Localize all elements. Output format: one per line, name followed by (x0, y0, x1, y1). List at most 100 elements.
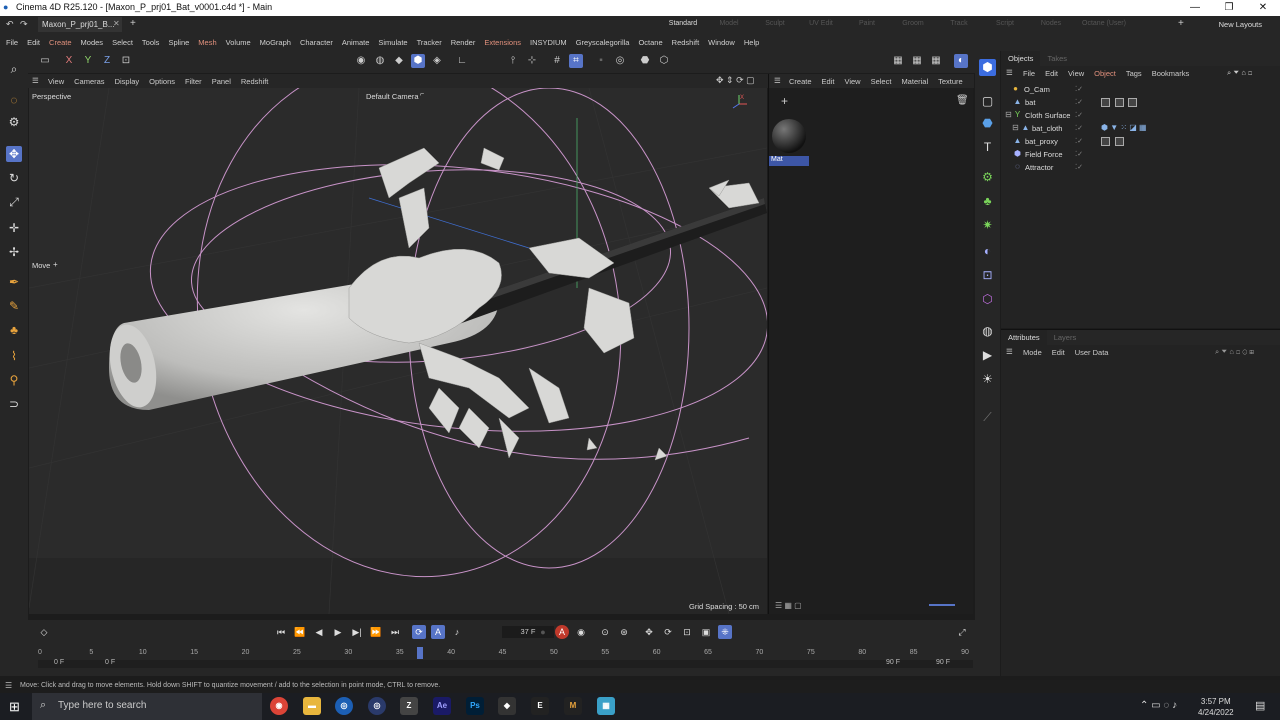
tag-icon[interactable] (1101, 98, 1110, 107)
timeline-ruler[interactable]: 0 5 10 15 20 25 30 35 40 45 50 55 60 65 70 75 80 85 90 0 F… (38, 644, 973, 668)
camera-icon[interactable]: ▶ (979, 347, 996, 364)
tag-icon[interactable] (1115, 137, 1124, 146)
cinema4d-app-icon-2[interactable]: ◎ (368, 697, 386, 715)
material-zoom-slider[interactable] (929, 604, 955, 606)
app-icon-2[interactable]: ▦ (597, 697, 615, 715)
epic-games-app-icon[interactable]: E (531, 697, 549, 715)
menu-extensions[interactable]: Extensions (484, 38, 521, 47)
visibility-dots[interactable]: ⁚ ✓ (1075, 150, 1083, 158)
material-hamburger-icon[interactable]: ☰ (774, 76, 781, 85)
layout-uv-edit[interactable]: UV Edit (798, 20, 844, 27)
view-icon[interactable]: ▭ (38, 54, 52, 68)
new-layouts-menu[interactable]: New Layouts (1219, 20, 1262, 29)
scale-tool-icon[interactable]: ⤢ (6, 194, 22, 210)
spline-sketch-icon[interactable]: ✎ (6, 298, 22, 314)
model-mode-icon[interactable]: ⬢ (411, 54, 425, 68)
point-level-anim-icon[interactable]: ⁜ (718, 625, 732, 639)
menu-edit[interactable]: Edit (27, 38, 40, 47)
viewport-menu-panel[interactable]: Panel (212, 77, 231, 86)
menu-window[interactable]: Window (708, 38, 735, 47)
material-menu-create[interactable]: Create (789, 77, 812, 86)
render-region-icon[interactable]: ◎ (613, 54, 627, 68)
menu-mesh[interactable]: Mesh (198, 38, 216, 47)
rotate-key-icon[interactable]: ⟳ (661, 625, 675, 639)
next-key-button[interactable]: ⏩ (369, 625, 383, 639)
objects-menu-bookmarks[interactable]: Bookmarks (1152, 69, 1190, 78)
material-menu-select[interactable]: Select (871, 77, 892, 86)
attributes-menu-mode[interactable]: Mode (1023, 348, 1042, 357)
cinema4d-app-icon[interactable]: ◎ (335, 697, 353, 715)
magnet-icon[interactable]: ⊃ (6, 396, 22, 412)
record-rotation-icon[interactable]: ⊛ (617, 625, 631, 639)
material-menu-view[interactable]: View (844, 77, 860, 86)
objects-menu-view[interactable]: View (1068, 69, 1084, 78)
layout-track[interactable]: Track (936, 20, 982, 27)
menu-spline[interactable]: Spline (168, 38, 189, 47)
tab-attributes[interactable]: Attributes (1001, 330, 1047, 345)
visibility-dots[interactable]: ⁚ ✓ (1075, 98, 1083, 106)
cube-object-icon[interactable]: ▢ (979, 93, 996, 110)
app-icon[interactable]: ◆ (498, 697, 516, 715)
material-menu-texture[interactable]: Texture (938, 77, 963, 86)
menu-help[interactable]: Help (744, 38, 759, 47)
menu-insydium[interactable]: INSYDIUM (530, 38, 567, 47)
points-mode-icon[interactable]: ◉ (354, 54, 368, 68)
menu-file[interactable]: File (6, 38, 18, 47)
render-settings-icon[interactable]: ⬡ (657, 54, 671, 68)
tag-icon[interactable] (1101, 137, 1110, 146)
sound-icon[interactable]: ♪ (450, 625, 464, 639)
previous-key-button[interactable]: ⏪ (293, 625, 307, 639)
redo-icon[interactable]: ↷ (20, 19, 28, 30)
new-tab-icon[interactable]: + (130, 18, 136, 29)
snap-settings-icon[interactable]: ⊹ (525, 54, 539, 68)
viewport-navigation-icons[interactable]: ✥ ⇕ ⟳ ▢ (716, 75, 755, 86)
attributes-toolbar-icons[interactable]: ⌕ ⏷ ⌂ ◻ ⊙ ⊞ (1215, 347, 1254, 357)
effector-icon[interactable]: ✷ (979, 217, 996, 234)
visibility-dots[interactable]: ⁚ ✓ (1075, 111, 1083, 119)
generator-icon[interactable]: ⚙ (979, 169, 996, 186)
live-selection-icon[interactable]: ◌ (6, 92, 22, 108)
axis-y-lock-button[interactable]: Y (81, 54, 95, 68)
workplane-icon[interactable]: # (550, 54, 564, 68)
windows-start-icon[interactable]: ⊞ (9, 699, 20, 715)
knife-icon[interactable]: ⚲ (6, 372, 22, 388)
render-to-viewer-icon[interactable]: ▦ (891, 54, 905, 68)
attributes-hamburger-icon[interactable]: ☰ (1006, 347, 1013, 356)
grid-snap-icon[interactable]: ⌗ (569, 54, 583, 68)
objects-menu-edit[interactable]: Edit (1045, 69, 1058, 78)
tab-layers[interactable]: Layers (1047, 333, 1084, 342)
viewport-camera-label[interactable]: Default Camera (366, 92, 419, 101)
text-object-icon[interactable]: T (979, 139, 996, 156)
loop-button[interactable]: ⟳ (412, 625, 426, 639)
solo-icon[interactable]: ▪ (594, 54, 608, 68)
make-editable-icon[interactable]: ⬢ (979, 59, 996, 76)
perspective-viewport[interactable]: Perspective Default Camera ⌐ Move + X Gr… (29, 88, 767, 614)
polygons-mode-icon[interactable]: ◆ (392, 54, 406, 68)
menu-render[interactable]: Render (451, 38, 476, 47)
taskbar-search-box[interactable]: ⌕ Type here to search (32, 693, 262, 720)
add-material-icon[interactable]: + (781, 94, 788, 108)
tab-objects[interactable]: Objects (1001, 51, 1041, 66)
layout-sculpt[interactable]: Sculpt (752, 20, 798, 27)
playback-mode-button[interactable]: A (431, 625, 445, 639)
objects-hamburger-icon[interactable]: ☰ (1006, 68, 1013, 77)
menu-character[interactable]: Character (300, 38, 333, 47)
viewport-hamburger-icon[interactable]: ☰ (32, 76, 39, 85)
object-row-bat[interactable]: ▲ bat ⁚ ✓ (1001, 96, 1280, 109)
param-key-icon[interactable]: ▣ (699, 625, 713, 639)
shapes-icon[interactable]: ♣ (6, 322, 22, 338)
light-icon[interactable]: ☀ (979, 371, 996, 388)
menu-tracker[interactable]: Tracker (417, 38, 442, 47)
record-disabled-icon[interactable]: ● (536, 625, 550, 639)
minimize-button[interactable]: — (1178, 0, 1212, 15)
add-layout-icon[interactable]: + (1178, 18, 1184, 29)
spline-pen-icon[interactable]: ✒ (6, 274, 22, 290)
document-tab[interactable]: Maxon_P_prj01_B... (38, 17, 122, 32)
close-tab-icon[interactable]: ✕ (113, 19, 120, 28)
objects-menu-object[interactable]: Object (1094, 69, 1116, 78)
cloner-icon[interactable]: ♣ (979, 193, 996, 210)
range-end-label[interactable]: 90 F (886, 659, 900, 666)
objects-menu-tags[interactable]: Tags (1126, 69, 1142, 78)
snap-icon[interactable]: ⫯ (506, 54, 520, 68)
axis-z-lock-button[interactable]: Z (100, 54, 114, 68)
